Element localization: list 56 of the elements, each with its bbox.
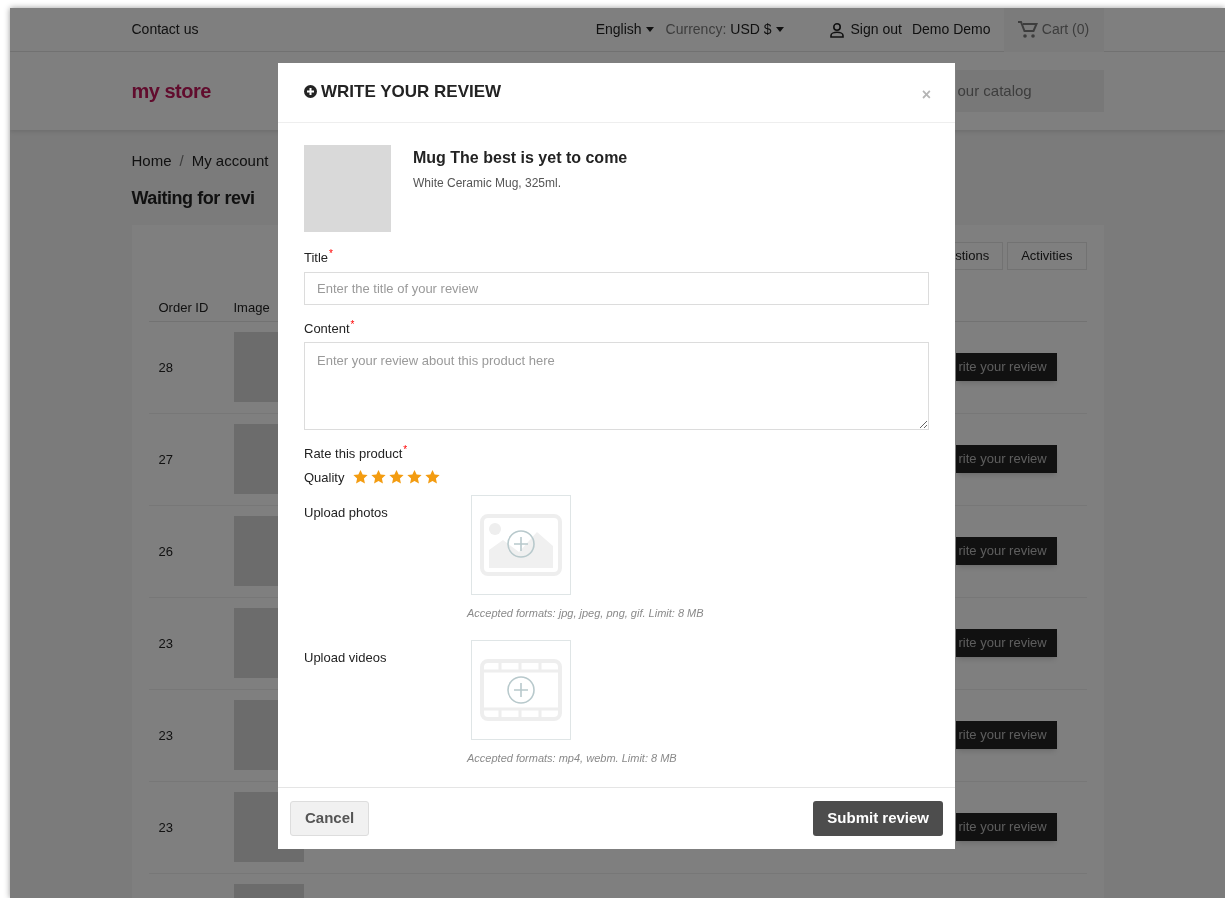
star-icon[interactable]	[389, 470, 405, 485]
dialog-title: WRITE YOUR REVIEW	[321, 81, 502, 103]
table-cell: 23	[158, 636, 173, 651]
store-logo[interactable]: my store	[131, 76, 211, 106]
field-label: Content$^{*}$	[304, 320, 355, 336]
breadcrumb-link[interactable]: My account	[191, 150, 269, 173]
rating-label: Quality	[304, 468, 345, 487]
cancel-button[interactable]: Cancel	[290, 801, 370, 836]
search-field[interactable]: our catalog	[955, 70, 1104, 112]
user-name[interactable]: Demo Demo	[911, 19, 991, 40]
cart-icon	[1017, 20, 1038, 39]
table-cell: 23	[158, 820, 173, 835]
language-dropdown[interactable]: English	[595, 19, 654, 40]
upload-label: Upload photos	[304, 505, 388, 520]
photo-upload-button[interactable]	[471, 495, 571, 595]
write-review-button[interactable]: rite your review	[955, 629, 1057, 657]
table-cell: 27	[158, 452, 173, 467]
format-note: Accepted formats: mp4, webm. Limit: 8 MB	[467, 750, 677, 766]
write-review-button[interactable]: rite your review	[955, 813, 1057, 841]
star-icon[interactable]	[353, 470, 369, 485]
caret-icon	[645, 27, 654, 32]
contact-link[interactable]: Contact us	[131, 19, 199, 40]
cart-button[interactable]: Cart (0)	[1003, 8, 1104, 52]
breadcrumb-link[interactable]: Home	[131, 150, 172, 173]
star-icon[interactable]	[371, 470, 387, 485]
table-cell: 28	[158, 360, 173, 375]
sign-out-link[interactable]: Sign out	[828, 19, 902, 40]
field-label: Rate this product$^{*}$	[304, 446, 408, 461]
content-textarea[interactable]: Enter your review about this product here	[304, 342, 929, 430]
currency-dropdown[interactable]: Currency: USD $	[665, 19, 784, 40]
user-icon	[828, 21, 845, 38]
page-title: Waiting for revi	[131, 186, 255, 210]
add-video-icon	[480, 658, 562, 721]
format-note: Accepted formats: jpg, jpeg, png, gif. Limit: 8 MB	[467, 606, 704, 621]
column-header: Image	[233, 299, 270, 315]
write-review-button[interactable]: rite your review	[955, 353, 1057, 381]
plus-circle-icon	[304, 85, 317, 99]
tab[interactable]: Activities	[1007, 241, 1087, 270]
video-upload-button[interactable]	[471, 639, 571, 740]
product-description: White Ceramic Mug, 325ml.	[413, 175, 563, 192]
column-header: Order ID	[158, 299, 209, 315]
field-label: Title$^{*}$	[304, 250, 333, 265]
table-cell: 26	[158, 544, 173, 559]
caret-icon	[775, 27, 784, 32]
product-name: Mug The best is yet to come	[413, 148, 628, 168]
submit-button[interactable]: Submit review	[813, 801, 943, 836]
star-icon[interactable]	[407, 470, 423, 485]
upload-label: Upload videos	[304, 649, 387, 665]
title-input[interactable]: Enter the title of your review	[304, 271, 929, 305]
write-review-button[interactable]: rite your review	[955, 445, 1057, 473]
add-image-icon	[480, 514, 562, 576]
star-icon[interactable]	[425, 470, 441, 485]
breadcrumb-separator: /	[179, 151, 184, 171]
table-cell: 23	[158, 728, 173, 743]
write-review-button[interactable]: rite your review	[955, 721, 1057, 749]
write-review-button[interactable]: rite your review	[955, 537, 1057, 565]
